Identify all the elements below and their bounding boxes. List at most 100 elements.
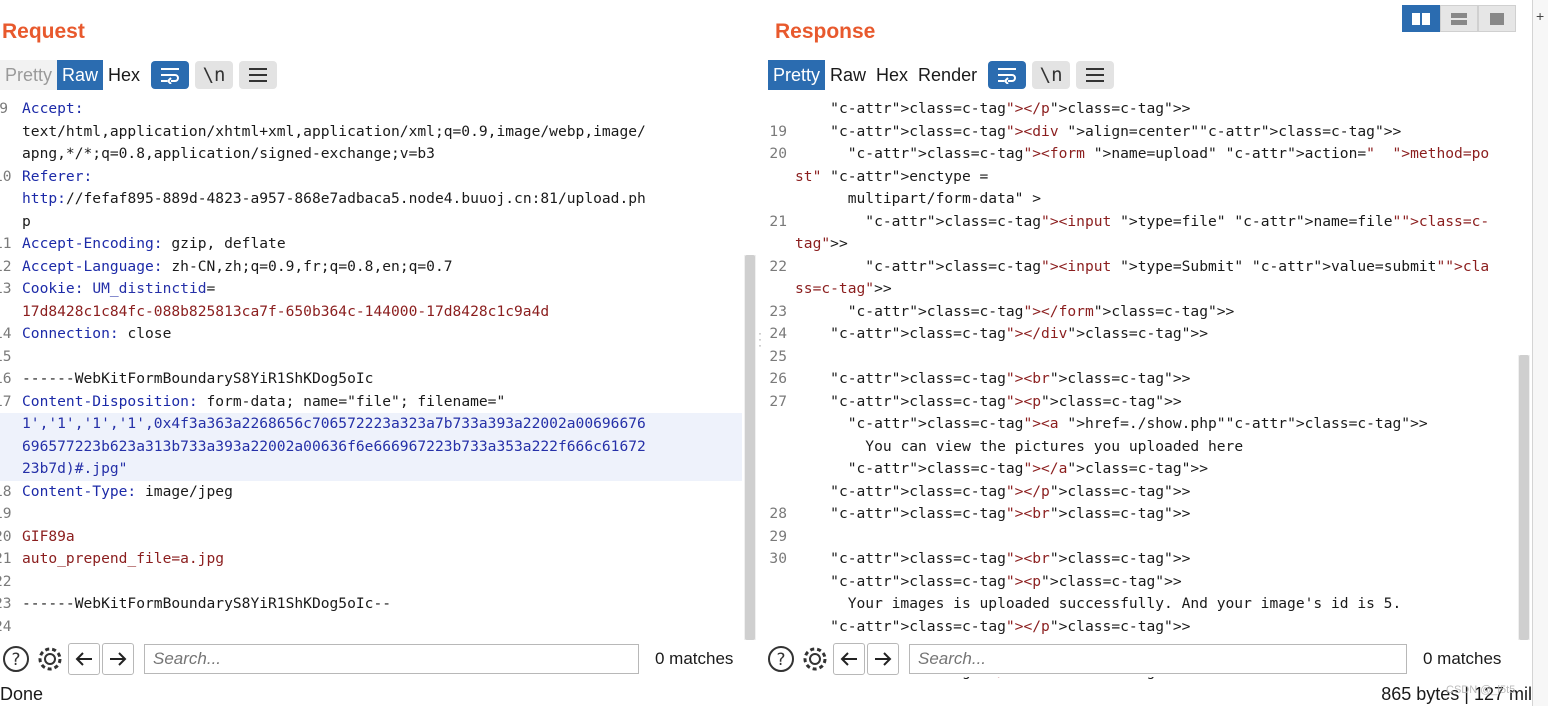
request-code-line[interactable]: 18 Content-Type: image/jpeg [0,481,742,504]
response-code-line[interactable]: Your images is uploaded successfully. An… [765,593,1517,616]
request-code-line[interactable]: 1','1','1','1',0x4f3a363a2268656c7065722… [0,413,742,436]
request-code-line[interactable]: p [0,211,742,234]
request-code-line[interactable]: 17d8428c1c84fc-088b825813ca7f-650b364c-1… [0,301,742,324]
request-code-line[interactable]: 20 GIF89a [0,526,742,549]
response-code-line[interactable]: 28 "c-attr">class=c-tag"><br">class=c-ta… [765,503,1517,526]
response-editor[interactable]: "c-attr">class=c-tag"></p">class=c-tag">… [765,98,1517,683]
wrap-icon[interactable] [988,61,1027,89]
inspector-strip[interactable]: + [1532,0,1548,706]
request-code-line[interactable]: 23b7d)#.jpg" [0,458,742,481]
response-code-line[interactable]: 30 "c-attr">class=c-tag"><br">class=c-ta… [765,548,1517,571]
response-code-line[interactable]: "c-attr">class=c-tag"><p">class=c-tag">> [765,571,1517,594]
line-number: 23 [0,595,12,612]
previous-match-icon[interactable] [68,643,100,675]
request-code-line[interactable]: 696577223b623a313b733a393a22002a00636f6e… [0,435,742,458]
response-tab-hex[interactable]: Hex [871,60,913,90]
response-code-line[interactable]: "c-attr">class=c-tag"></p">class=c-tag">… [765,98,1517,121]
request-code-line[interactable]: 11 Accept-Encoding: gzip, deflate [0,233,742,256]
request-code-line[interactable]: 9 Accept: [0,98,742,121]
request-code-line[interactable]: 23 ------WebKitFormBoundaryS8YiR1ShKDog5o… [0,593,742,616]
response-code-line[interactable]: 19 "c-attr">class=c-tag"><div ">align=ce… [765,121,1517,144]
response-code-line[interactable]: 23 "c-attr">class=c-tag"></form">class=c… [765,301,1517,324]
newline-icon[interactable]: \n [1032,61,1071,89]
line-text: 23b7d)#.jpg" [22,460,128,477]
next-match-icon[interactable] [867,643,899,675]
split-vertical-icon[interactable] [1440,5,1478,32]
response-code-line[interactable]: "c-attr">class=c-tag"></p">class=c-tag">… [765,616,1517,639]
request-code-line[interactable]: 15 [0,346,742,369]
split-horizontal-icon[interactable] [1402,5,1440,32]
line-text: Your images is uploaded successfully. An… [795,595,1402,612]
line-text: Accept: [22,100,84,117]
request-code-line[interactable]: 14 Connection: close [0,323,742,346]
response-tab-raw[interactable]: Raw [825,60,871,90]
line-number: 29 [769,527,787,545]
response-code-line[interactable]: multipart/form-data" > [765,188,1517,211]
response-code-line[interactable]: "c-attr">class=c-tag"><a ">href=./show.p… [765,413,1517,436]
request-code-line[interactable]: 13 Cookie: UM_distinctid= [0,278,742,301]
response-code-line[interactable]: 27 "c-attr">class=c-tag"><p">class=c-tag… [765,391,1517,414]
request-code-line[interactable]: 17 Content-Disposition: form-data; name="… [0,391,742,414]
newline-icon[interactable]: \n [195,61,234,89]
request-code-line[interactable]: 10 Referer: [0,166,742,189]
single-pane-icon[interactable] [1478,5,1516,32]
response-match-count: 0 matches [1423,649,1502,668]
menu-icon[interactable] [1076,61,1115,89]
response-code-line[interactable]: 20 "c-attr">class=c-tag"><form ">name=up… [765,143,1517,188]
request-code-line[interactable]: 19 [0,503,742,526]
help-icon[interactable]: ? [765,643,797,675]
response-code-line[interactable]: "c-attr">class=c-tag"></a">class=c-tag">… [765,458,1517,481]
line-text: http://fefaf895-889d-4823-a957-868e7adba… [22,190,646,207]
line-text: 17d8428c1c84fc-088b825813ca7f-650b364c-1… [22,302,550,320]
settings-gear-icon[interactable] [799,643,831,675]
response-code-line[interactable]: 25 [765,346,1517,369]
wrap-icon[interactable] [151,61,190,89]
request-tab-hex[interactable]: Hex [103,60,145,90]
line-number: 26 [769,370,787,387]
line-text: GIF89a [22,527,75,545]
request-editor[interactable]: 9 Accept: text/html,application/xhtml+xml,… [0,98,742,638]
response-code-line[interactable]: 22 "c-attr">class=c-tag"><input ">type=S… [765,256,1517,301]
response-search-input[interactable] [909,644,1407,674]
response-tab-render[interactable]: Render [913,60,982,90]
response-code-line[interactable]: 24 "c-attr">class=c-tag"></div">class=c-… [765,323,1517,346]
request-code-line[interactable]: http://fefaf895-889d-4823-a957-868e7adba… [0,188,742,211]
response-code-line[interactable]: "c-attr">class=c-tag"></p">class=c-tag">… [765,481,1517,504]
menu-icon[interactable] [239,61,278,89]
line-text: "c-attr">class=c-tag"><a ">href=./show.p… [847,415,1428,432]
line-text: text/html,application/xhtml+xml,applicat… [22,122,646,140]
response-scroll-thumb[interactable] [1519,355,1529,640]
settings-gear-icon[interactable] [34,643,66,675]
request-code-line[interactable]: apng,*/*;q=0.8,application/signed-exchan… [0,143,742,166]
next-match-icon[interactable] [102,643,134,675]
response-code-line[interactable]: 26 "c-attr">class=c-tag"><br">class=c-ta… [765,368,1517,391]
request-code-line[interactable]: 24 [0,616,742,639]
response-scrollbar[interactable] [1518,355,1530,640]
request-code-line[interactable]: text/html,application/xhtml+xml,applicat… [0,121,742,144]
previous-match-icon[interactable] [833,643,865,675]
line-number: 14 [0,325,12,342]
line-text: "c-attr">class=c-tag"><input ">type=file… [795,212,1490,253]
line-number: 24 [769,325,787,342]
request-match-count: 0 matches [655,649,734,668]
request-search-input[interactable] [144,644,639,674]
request-code-line[interactable]: 21 auto_prepend_file=a.jpg [0,548,742,571]
pane-divider[interactable]: · · · [757,327,763,354]
response-code-line[interactable]: 29 [765,526,1517,549]
expand-icon[interactable]: + [1536,8,1544,24]
response-code-line[interactable]: You can view the pictures you uploaded h… [765,436,1517,459]
newline-glyph: \n [202,64,226,86]
response-tab-pretty[interactable]: Pretty [768,60,826,90]
request-scrollbar[interactable] [744,255,756,640]
line-number: 27 [769,392,787,410]
request-tab-pretty[interactable]: Pretty [0,60,58,90]
line-number [0,188,8,211]
request-tab-raw[interactable]: Raw [57,60,104,90]
request-scroll-thumb[interactable] [745,255,755,640]
line-text: "c-attr">class=c-tag"></p">class=c-tag">… [830,482,1191,500]
help-icon[interactable]: ? [0,643,32,675]
request-code-line[interactable]: 16 ------WebKitFormBoundaryS8YiR1ShKDog5o… [0,368,742,391]
request-code-line[interactable]: 22 [0,571,742,594]
request-code-line[interactable]: 12 Accept-Language: zh-CN,zh;q=0.9,fr;q=0… [0,256,742,279]
response-code-line[interactable]: 21 "c-attr">class=c-tag"><input ">type=f… [765,211,1517,256]
